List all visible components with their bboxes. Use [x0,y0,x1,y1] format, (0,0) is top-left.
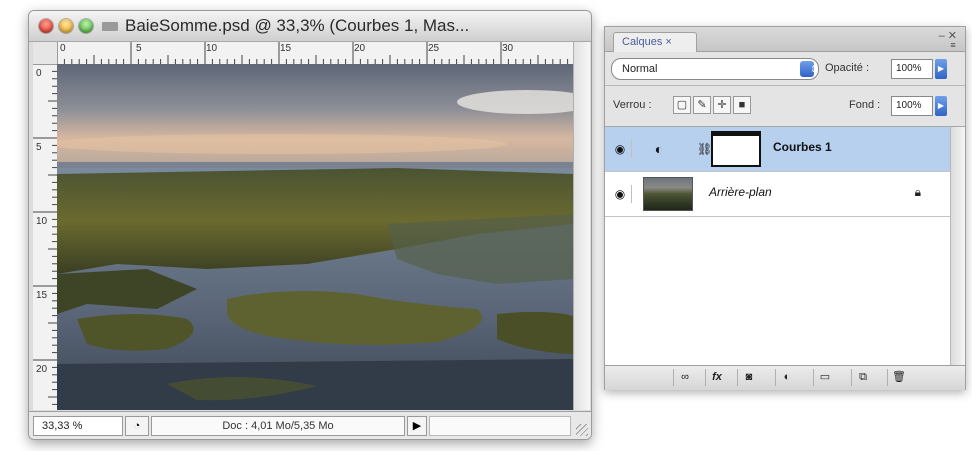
document-info: Doc : 4,01 Mo/5,35 Mo [151,416,405,436]
select-arrows-icon[interactable]: ⇕ [800,61,818,77]
ruler-h-label: 5 [136,43,142,54]
ruler-v-label: 15 [36,290,48,301]
layer-thumbnail[interactable] [643,177,693,211]
document-title: BaieSomme.psd @ 33,3% (Courbes 1, Mas... [125,16,470,35]
horizontal-scrollbar[interactable] [429,416,571,436]
ruler-v-label: 5 [36,142,42,153]
minimize-icon[interactable] [59,19,73,33]
tab-calques[interactable]: Calques × [613,32,697,52]
document-titlebar[interactable]: BaieSomme.psd @ 33,3% (Courbes 1, Mas... [29,11,591,42]
document-window: BaieSomme.psd @ 33,3% (Courbes 1, Mas...… [28,10,592,440]
ruler-v-ticks [33,64,57,405]
tab-close-icon[interactable]: × [665,36,671,48]
chain-link-icon[interactable]: ⛓ [697,139,712,159]
adjustment-icon[interactable]: ◐ [775,369,798,386]
landscape-image [57,64,573,410]
mask-icon[interactable]: ◙ [737,369,760,386]
lock-all-icon[interactable]: ■ [733,96,751,114]
status-menu-icon[interactable]: ◔ [125,416,149,436]
layer-list-scrollbar[interactable] [950,127,965,365]
blend-row: Normal ⇕ Opacité : 100% ▶ [605,53,965,86]
folder-icon[interactable]: ▭ [813,369,836,386]
visibility-eye-icon[interactable]: ◉ [609,140,632,158]
layer-lock-icon: 🔒︎ [914,185,921,199]
panel-tab-bar: Calques × – ✕ ≡ [605,27,965,52]
status-bar: 33,33 % ◔ Doc : 4,01 Mo/5,35 Mo ▶ [29,411,591,439]
link-icon[interactable]: ∞ [673,369,696,386]
panel-bottom-bar: ∞ fx ◙ ◐ ▭ ⧉ 🗑︎ [605,365,965,390]
close-icon[interactable] [39,19,53,33]
opacity-arrow-icon[interactable]: ▶ [935,59,947,79]
lock-position-icon[interactable]: ✛ [713,96,731,114]
ruler-h-ticks [57,42,569,64]
blend-mode-value: Normal [622,63,658,75]
ruler-h-label: 30 [502,43,514,54]
panel-menu-icon[interactable]: ≡ [947,40,959,50]
layer-row-courbes[interactable]: ◉ ◐ ⛓ Courbes 1 [605,127,951,172]
ruler-v-label: 20 [36,364,48,375]
status-arrow-icon[interactable]: ▶ [407,416,427,436]
layer-list: ◉ ◐ ⛓ Courbes 1 ◉ Arrière-plan 🔒︎ [605,127,965,365]
opacity-field[interactable]: 100% [891,59,933,79]
tab-label: Calques [622,36,663,48]
ruler-h-label: 10 [206,43,218,54]
ruler-h-label: 20 [354,43,366,54]
layers-panel: Calques × – ✕ ≡ Normal ⇕ Opacité : 100% … [604,26,966,390]
canvas-photo[interactable] [57,64,573,410]
ruler-h-label: 15 [280,43,292,54]
fill-field[interactable]: 100% [891,96,933,116]
opacity-label: Opacité : [825,62,870,74]
layer-name[interactable]: Courbes 1 [773,140,832,154]
document-proxy-icon[interactable] [102,22,118,31]
ruler-origin[interactable] [33,42,58,65]
curves-adjustment-icon: ◐ [654,141,664,157]
ruler-h-label: 25 [428,43,440,54]
new-layer-icon[interactable]: ⧉ [851,369,874,386]
horizontal-ruler[interactable]: 0 5 10 15 20 25 30 [57,42,573,65]
lock-row: Verrou : ▢ ✎ ✛ ■ Fond : 100% ▶ [605,86,965,127]
trash-icon[interactable]: 🗑︎ [887,369,910,386]
ruler-v-label: 10 [36,216,48,227]
fill-label: Fond : [849,99,881,111]
lock-image-icon[interactable]: ✎ [693,96,711,114]
layer-row-arriere-plan[interactable]: ◉ Arrière-plan 🔒︎ [605,172,951,217]
ruler-h-label: 0 [60,43,66,54]
vertical-scrollbar[interactable] [573,42,590,410]
lock-transparency-icon[interactable]: ▢ [673,96,691,114]
layer-name[interactable]: Arrière-plan [709,185,772,199]
resize-grip-icon[interactable] [576,424,588,436]
blend-mode-select[interactable]: Normal ⇕ [611,58,819,80]
zoom-icon[interactable] [79,19,93,33]
ruler-v-label: 0 [36,68,42,79]
layer-mask-thumbnail[interactable] [711,131,761,167]
lock-label: Verrou : [613,99,652,111]
zoom-field[interactable]: 33,33 % [33,416,123,436]
visibility-eye-icon[interactable]: ◉ [609,185,632,203]
vertical-ruler[interactable]: 0 5 10 15 20 [33,64,58,410]
fill-arrow-icon[interactable]: ▶ [935,96,947,116]
fx-icon[interactable]: fx [705,369,728,386]
